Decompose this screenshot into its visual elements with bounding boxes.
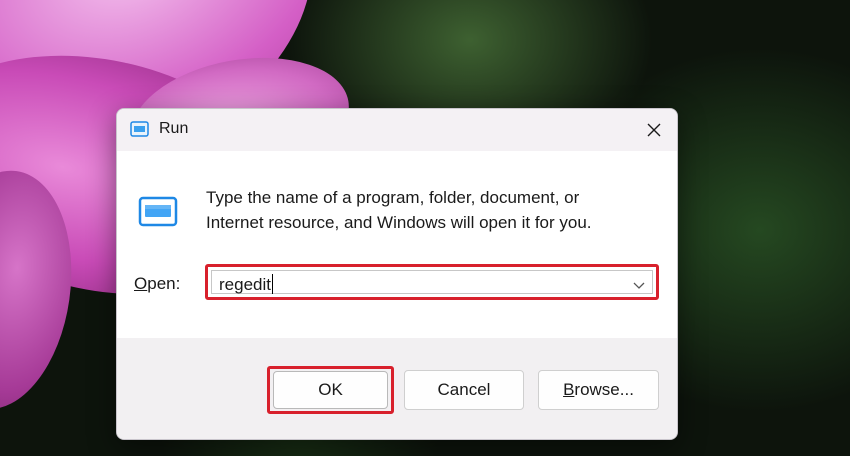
dialog-description: Type the name of a program, folder, docu…: [206, 185, 646, 235]
close-icon: [647, 123, 661, 137]
browse-button[interactable]: Browse...: [538, 370, 659, 410]
ok-button[interactable]: OK: [273, 371, 388, 409]
run-program-icon: [137, 195, 179, 229]
close-button[interactable]: [631, 109, 677, 151]
open-label: Open:: [134, 274, 181, 293]
dialog-footer: OK Cancel Browse...: [117, 338, 677, 439]
description-line: Internet resource, and Windows will open…: [206, 213, 592, 232]
open-input[interactable]: regedit: [211, 270, 653, 294]
description-line: Type the name of a program, folder, docu…: [206, 188, 580, 207]
chevron-down-icon[interactable]: [632, 278, 646, 290]
run-icon: [130, 121, 149, 137]
open-input-value: regedit: [219, 274, 273, 294]
dialog-content: Type the name of a program, folder, docu…: [117, 151, 677, 338]
title-bar[interactable]: Run: [117, 109, 677, 151]
cancel-button[interactable]: Cancel: [404, 370, 524, 410]
text-caret: [271, 274, 273, 294]
dialog-title: Run: [159, 120, 189, 137]
open-combobox-highlight: regedit: [205, 264, 659, 300]
run-dialog: Run Type the name of a program, folder, …: [116, 108, 678, 440]
